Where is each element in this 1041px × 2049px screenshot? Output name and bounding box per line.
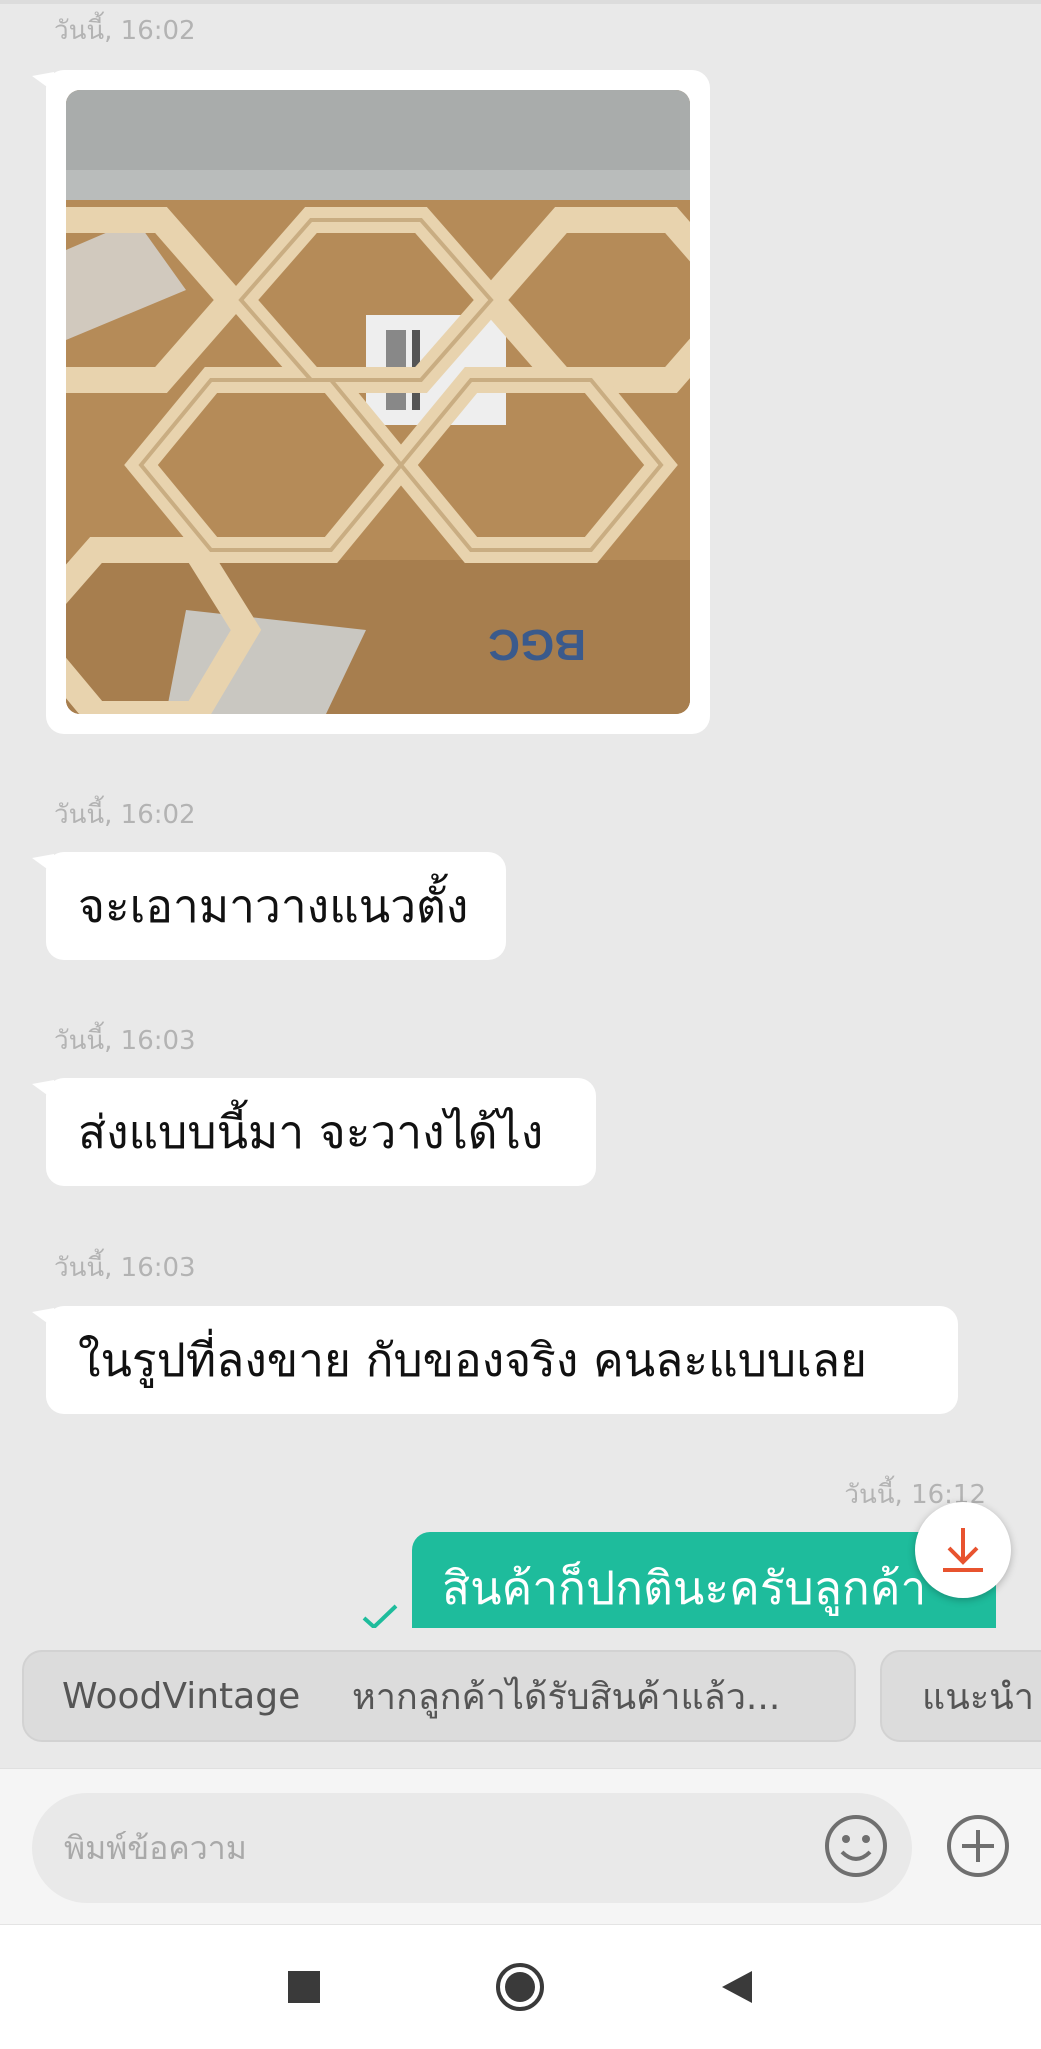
shelf-photo[interactable]: BGC: [66, 90, 690, 714]
svg-text:BGC: BGC: [488, 620, 586, 669]
quick-reply-label: WoodVintage: [62, 1675, 301, 1717]
quick-reply-label: แนะนำ: [922, 1676, 1034, 1718]
chat-area[interactable]: วันนี้, 16:02 BGC วันนี้, 16:02 จะเอามาว…: [0, 0, 1041, 1628]
download-arrow-icon: [943, 1528, 983, 1572]
plus-circle-icon[interactable]: [944, 1812, 1012, 1880]
scroll-to-bottom-button[interactable]: [915, 1502, 1011, 1598]
message-input[interactable]: พิมพ์ข้อความ: [32, 1793, 912, 1903]
message-timestamp: วันนี้, 16:03: [54, 1026, 196, 1056]
message-bubble[interactable]: ส่งแบบนี้มา จะวางได้ไง: [46, 1078, 596, 1186]
message-bubble[interactable]: จะเอามาวางแนวตั้ง: [46, 852, 506, 960]
wooden-hexagon-shelf-image: BGC: [66, 90, 690, 714]
smiley-icon[interactable]: [822, 1812, 890, 1880]
message-input-placeholder: พิมพ์ข้อความ: [64, 1828, 247, 1867]
quick-reply-chip[interactable]: WoodVintage หากลูกค้าได้รับสินค้าแล้ว...: [22, 1650, 856, 1742]
circle-icon[interactable]: [490, 1957, 550, 2017]
quick-reply-preview: หากลูกค้าได้รับสินค้าแล้ว...: [352, 1676, 781, 1718]
message-text: ในรูปที่ลงขาย กับของจริง คนละแบบเลย: [78, 1332, 867, 1387]
image-message-bubble[interactable]: BGC: [46, 70, 710, 734]
message-text: สินค้าก็ปกตินะครับลูกค้า: [442, 1561, 927, 1615]
top-divider: [0, 0, 1041, 4]
message-timestamp: วันนี้, 16:02: [54, 800, 196, 830]
message-timestamp: วันนี้, 16:03: [54, 1253, 196, 1283]
back-triangle-icon[interactable]: [706, 1957, 766, 2017]
quick-reply-bar: WoodVintage หากลูกค้าได้รับสินค้าแล้ว...…: [0, 1628, 1041, 1768]
quick-reply-chip[interactable]: แนะนำ: [880, 1650, 1041, 1742]
square-icon[interactable]: [274, 1957, 334, 2017]
read-check-icon: [362, 1604, 398, 1628]
message-text: ส่งแบบนี้มา จะวางได้ไง: [78, 1104, 544, 1159]
outgoing-message-bubble[interactable]: สินค้าก็ปกตินะครับลูกค้า: [412, 1532, 996, 1628]
message-bubble[interactable]: ในรูปที่ลงขาย กับของจริง คนละแบบเลย: [46, 1306, 958, 1414]
message-timestamp: วันนี้, 16:02: [54, 16, 196, 46]
system-navigation-bar: [0, 1924, 1041, 2049]
message-text: จะเอามาวางแนวตั้ง: [78, 878, 469, 933]
